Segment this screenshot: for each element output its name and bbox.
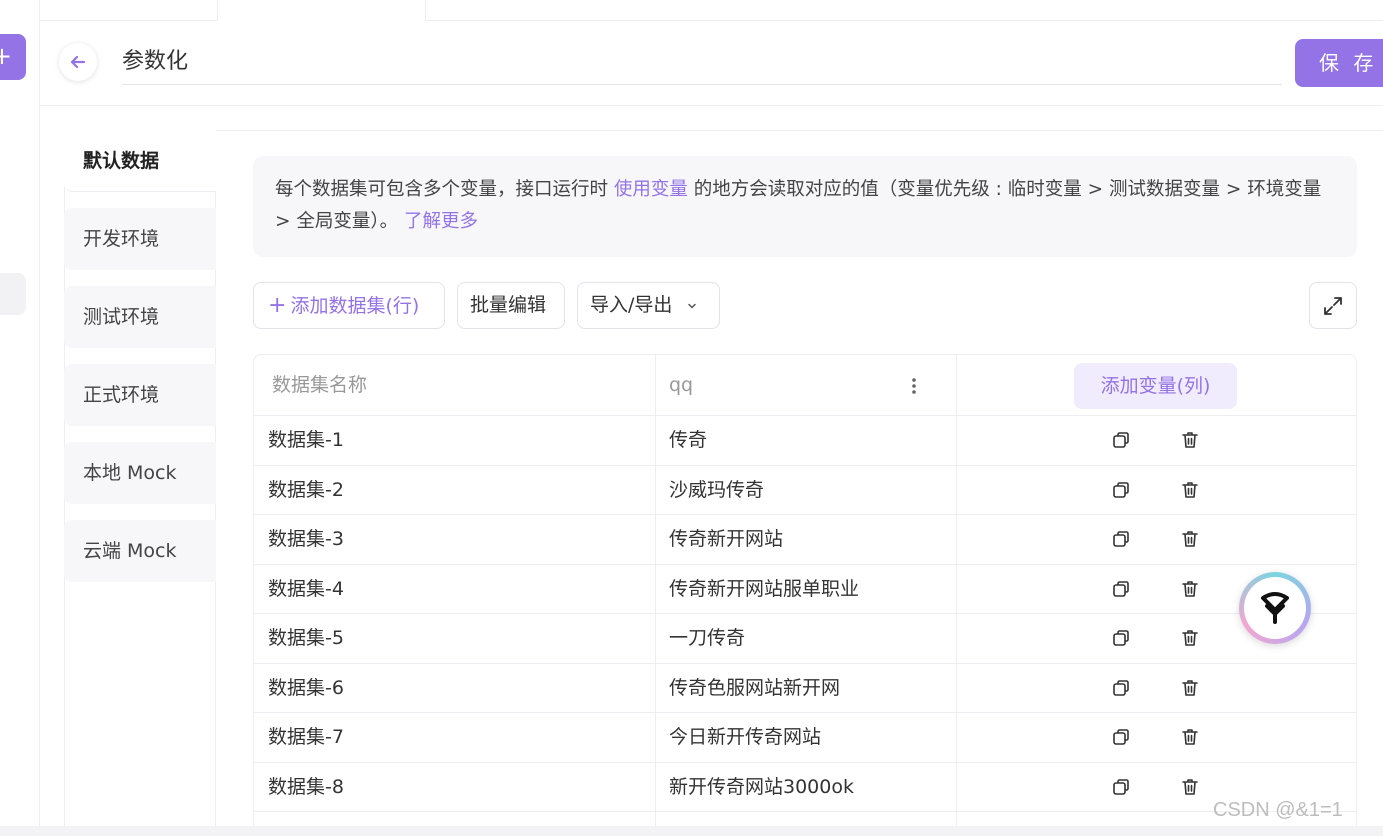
variable-value-cell[interactable]: 沙威玛传奇 bbox=[669, 466, 764, 516]
expand-icon bbox=[1324, 296, 1342, 315]
copy-icon[interactable] bbox=[1111, 678, 1131, 698]
variable-value-cell[interactable]: 今日新开传奇网站 bbox=[669, 713, 821, 763]
copy-icon[interactable] bbox=[1111, 727, 1131, 747]
variable-value-cell[interactable]: 一刀传奇 bbox=[669, 614, 745, 664]
variable-value-cell[interactable]: 新开传奇网站3000ok bbox=[669, 763, 854, 813]
chevron-down-icon bbox=[688, 303, 697, 309]
dataset-name-cell[interactable]: 数据集-5 bbox=[268, 614, 344, 664]
import-export-label: 导入/导出 bbox=[590, 294, 673, 316]
info-text: 每个数据集可包含多个变量，接口运行时 bbox=[275, 179, 614, 200]
plus-icon: + bbox=[268, 293, 287, 318]
add-dataset-button[interactable]: + 添加数据集(行) bbox=[253, 282, 445, 329]
dataset-name-cell[interactable]: 数据集-6 bbox=[268, 664, 344, 714]
add-dataset-label: 添加数据集(行) bbox=[290, 295, 420, 317]
sidebar-item[interactable] bbox=[0, 273, 26, 315]
trash-icon[interactable] bbox=[1180, 678, 1200, 698]
page-title-input[interactable]: 参数化 bbox=[122, 39, 1282, 85]
dataset-table: 数据集名称 qq 添加变量(列) 数据集-1 传奇数据集-2 沙威玛传奇数据集-3 传… bbox=[253, 354, 1357, 836]
trash-icon[interactable] bbox=[1180, 480, 1200, 500]
copy-icon[interactable] bbox=[1111, 529, 1131, 549]
dataset-name-cell[interactable]: 数据集-1 bbox=[268, 416, 344, 466]
env-tab-cloud-mock[interactable]: 云端 Mock bbox=[64, 520, 216, 582]
save-button[interactable]: 保 存 bbox=[1295, 39, 1383, 87]
copy-icon[interactable] bbox=[1111, 777, 1131, 797]
variable-value-cell[interactable]: 传奇新开网站服单职业 bbox=[669, 565, 859, 615]
plus-icon: + bbox=[0, 42, 12, 70]
copy-icon[interactable] bbox=[1111, 579, 1131, 599]
variable-column-header[interactable]: qq bbox=[669, 355, 693, 416]
tab-bar bbox=[40, 0, 1383, 21]
tab-previous[interactable] bbox=[40, 0, 218, 21]
back-arrow-icon bbox=[70, 55, 86, 69]
variable-value-cell[interactable]: 传奇色服网站新开网 bbox=[669, 664, 840, 714]
dataset-name-cell[interactable]: 数据集-4 bbox=[268, 565, 344, 615]
dataset-name-cell[interactable]: 数据集-3 bbox=[268, 515, 344, 565]
dataset-name-header: 数据集名称 bbox=[272, 374, 368, 396]
expand-button[interactable] bbox=[1309, 282, 1357, 329]
table-row[interactable]: 数据集-1 传奇 bbox=[254, 416, 1356, 466]
env-tab-default[interactable]: 默认数据 bbox=[64, 130, 216, 192]
copy-icon[interactable] bbox=[1111, 430, 1131, 450]
trash-icon[interactable] bbox=[1180, 628, 1200, 648]
trash-icon[interactable] bbox=[1180, 727, 1200, 747]
page-header: 参数化 保 存 bbox=[40, 21, 1383, 106]
batch-edit-button[interactable]: 批量编辑 bbox=[457, 282, 565, 329]
tab-current[interactable] bbox=[218, 0, 426, 21]
trash-icon[interactable] bbox=[1180, 529, 1200, 549]
table-row[interactable]: 数据集-6 传奇色服网站新开网 bbox=[254, 664, 1356, 714]
new-button[interactable]: + bbox=[0, 34, 26, 80]
bottom-bar bbox=[0, 826, 1383, 836]
table-header: 数据集名称 qq 添加变量(列) bbox=[254, 355, 1356, 416]
learn-more-link[interactable]: 了解更多 bbox=[404, 211, 478, 232]
use-variable-link[interactable]: 使用变量 bbox=[614, 179, 688, 200]
watermark: CSDN @&1=1 bbox=[1213, 799, 1343, 821]
env-tab-local-mock[interactable]: 本地 Mock bbox=[64, 442, 216, 504]
add-variable-button[interactable]: 添加变量(列) bbox=[1074, 363, 1237, 409]
dataset-name-cell[interactable]: 数据集-7 bbox=[268, 713, 344, 763]
import-export-dropdown[interactable]: 导入/导出 bbox=[577, 282, 720, 329]
floating-assistant-button[interactable] bbox=[1239, 572, 1311, 644]
table-row[interactable]: 数据集-4 传奇新开网站服单职业 bbox=[254, 565, 1356, 615]
trash-icon[interactable] bbox=[1180, 430, 1200, 450]
dataset-name-cell[interactable]: 数据集-2 bbox=[268, 466, 344, 516]
more-vertical-icon[interactable] bbox=[904, 375, 924, 397]
back-button[interactable] bbox=[59, 43, 97, 81]
table-row[interactable]: 数据集-2 沙威玛传奇 bbox=[254, 466, 1356, 516]
dataset-name-cell[interactable]: 数据集-8 bbox=[268, 763, 344, 813]
variable-value-cell[interactable]: 传奇 bbox=[669, 416, 707, 466]
info-banner: 每个数据集可包含多个变量，接口运行时 使用变量 的地方会读取对应的值（变量优先级… bbox=[253, 156, 1357, 257]
copy-icon[interactable] bbox=[1111, 628, 1131, 648]
variable-value-cell[interactable]: 传奇新开网站 bbox=[669, 515, 783, 565]
trash-icon[interactable] bbox=[1180, 579, 1200, 599]
table-row[interactable]: 数据集-5 一刀传奇 bbox=[254, 614, 1356, 664]
trash-icon[interactable] bbox=[1180, 777, 1200, 797]
assistant-logo-icon bbox=[1244, 577, 1306, 639]
table-row[interactable]: 数据集-3 传奇新开网站 bbox=[254, 515, 1356, 565]
env-tab-prod[interactable]: 正式环境 bbox=[64, 364, 216, 426]
table-row[interactable]: 数据集-8 新开传奇网站3000ok bbox=[254, 763, 1356, 813]
env-tab-test[interactable]: 测试环境 bbox=[64, 286, 216, 348]
copy-icon[interactable] bbox=[1111, 480, 1131, 500]
app-sidebar: + bbox=[0, 0, 40, 836]
env-tab-dev[interactable]: 开发环境 bbox=[64, 208, 216, 270]
table-row[interactable]: 数据集-7 今日新开传奇网站 bbox=[254, 713, 1356, 763]
